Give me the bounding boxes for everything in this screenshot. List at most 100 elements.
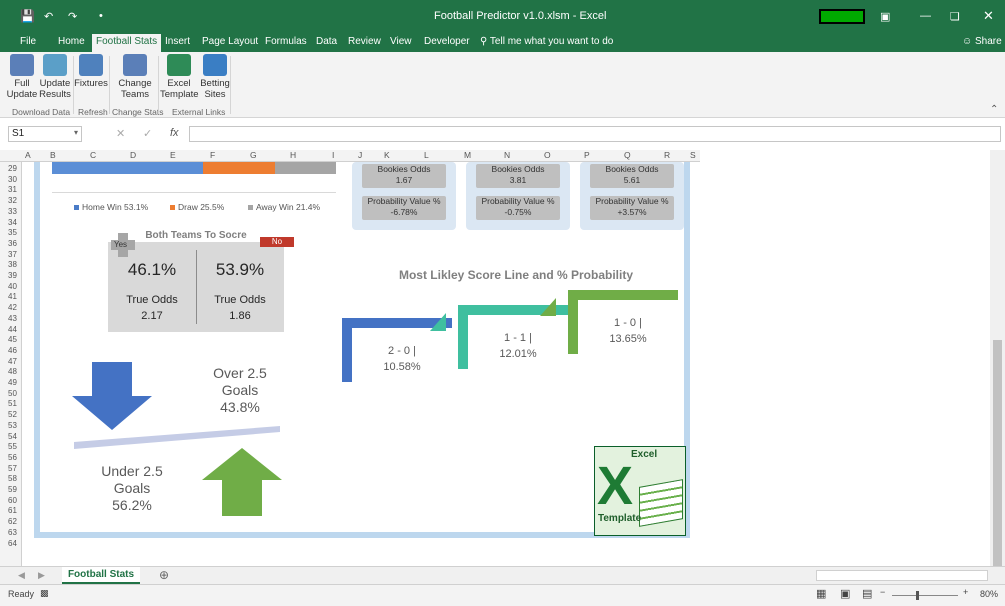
macro-record-icon[interactable]: ▩: [40, 588, 49, 599]
row-header[interactable]: 35: [8, 228, 17, 237]
vertical-scrollbar[interactable]: [990, 150, 1005, 570]
save-icon[interactable]: 💾: [20, 9, 35, 23]
share-button[interactable]: ☺ Share: [962, 36, 1002, 47]
row-header[interactable]: 30: [8, 175, 17, 184]
column-header[interactable]: F: [210, 150, 215, 160]
ribbon-button-betting-sites[interactable]: Betting Sites: [197, 54, 233, 100]
row-header[interactable]: 33: [8, 207, 17, 216]
worksheet[interactable]: Home Win 53.1% Draw 25.5% Away Win 21.4% B…: [22, 162, 702, 568]
tab-football-stats[interactable]: Football Stats: [62, 567, 140, 584]
row-header[interactable]: 57: [8, 464, 17, 473]
redo-icon[interactable]: ↷: [68, 10, 77, 23]
row-header[interactable]: 50: [8, 389, 17, 398]
normal-view-icon[interactable]: ▦: [816, 587, 826, 600]
row-header[interactable]: 62: [8, 517, 17, 526]
row-header[interactable]: 51: [8, 399, 17, 408]
tell-me-input[interactable]: ⚲ Tell me what you want to do: [480, 36, 613, 47]
column-header[interactable]: E: [170, 150, 176, 160]
name-box[interactable]: S1: [8, 126, 82, 142]
tab-view[interactable]: View: [390, 36, 412, 47]
row-header[interactable]: 46: [8, 346, 17, 355]
column-header[interactable]: I: [332, 150, 334, 160]
column-header[interactable]: G: [250, 150, 257, 160]
row-header[interactable]: 56: [8, 453, 17, 462]
row-header[interactable]: 54: [8, 432, 17, 441]
zoom-thumb[interactable]: [916, 591, 919, 600]
row-header[interactable]: 32: [8, 196, 17, 205]
tab-home[interactable]: Home: [58, 36, 85, 47]
row-header[interactable]: 48: [8, 367, 17, 376]
next-sheet-icon[interactable]: ▶: [38, 570, 45, 581]
cancel-icon[interactable]: ✕: [116, 127, 125, 140]
prev-sheet-icon[interactable]: ◀: [18, 570, 25, 581]
row-header[interactable]: 39: [8, 271, 17, 280]
column-header[interactable]: O: [544, 150, 551, 160]
row-header[interactable]: 58: [8, 474, 17, 483]
row-header[interactable]: 60: [8, 496, 17, 505]
tab-review[interactable]: Review: [348, 36, 381, 47]
tab-football-stats[interactable]: Football Stats: [92, 34, 162, 52]
account-badge[interactable]: [819, 9, 865, 24]
row-header[interactable]: 41: [8, 292, 17, 301]
quick-access-icon[interactable]: •: [99, 10, 103, 22]
ribbon-button-full-update[interactable]: Full Update: [6, 54, 38, 100]
row-header[interactable]: 38: [8, 260, 17, 269]
column-header[interactable]: R: [664, 150, 670, 160]
row-header[interactable]: 61: [8, 506, 17, 515]
row-header[interactable]: 44: [8, 325, 17, 334]
formula-input[interactable]: [189, 126, 1001, 142]
tab-data[interactable]: Data: [316, 36, 337, 47]
add-sheet-icon[interactable]: ⊕: [159, 568, 169, 582]
row-header[interactable]: 37: [8, 250, 17, 259]
row-header[interactable]: 63: [8, 528, 17, 537]
column-header[interactable]: D: [130, 150, 136, 160]
column-header[interactable]: M: [464, 150, 471, 160]
tab-insert[interactable]: Insert: [165, 36, 190, 47]
row-header[interactable]: 59: [8, 485, 17, 494]
ribbon-display-icon[interactable]: ▣: [880, 10, 890, 23]
row-header[interactable]: 52: [8, 410, 17, 419]
zoom-in-icon[interactable]: +: [963, 587, 968, 597]
row-header[interactable]: 49: [8, 378, 17, 387]
undo-icon[interactable]: ↶: [44, 10, 53, 23]
ribbon-button-change-teams[interactable]: Change Teams: [116, 54, 154, 100]
ribbon-button-fixtures[interactable]: Fixtures: [74, 54, 108, 89]
collapse-ribbon-icon[interactable]: ⌃: [990, 104, 998, 115]
close-icon[interactable]: ✕: [983, 8, 994, 24]
tab-developer[interactable]: Developer: [424, 36, 470, 47]
column-header[interactable]: A: [25, 150, 31, 160]
page-layout-view-icon[interactable]: ▣: [840, 587, 850, 600]
row-header[interactable]: 53: [8, 421, 17, 430]
column-header[interactable]: H: [290, 150, 296, 160]
ribbon-button-update-results[interactable]: Update Results: [38, 54, 72, 100]
row-header[interactable]: 29: [8, 164, 17, 173]
fx-button[interactable]: fx: [170, 127, 179, 139]
tab-page-layout[interactable]: Page Layout: [202, 36, 258, 47]
tab-formulas[interactable]: Formulas: [265, 36, 307, 47]
column-header[interactable]: J: [358, 150, 362, 160]
row-header[interactable]: 31: [8, 185, 17, 194]
zoom-out-icon[interactable]: −: [880, 587, 885, 597]
row-header[interactable]: 40: [8, 282, 17, 291]
minimize-icon[interactable]: —: [920, 10, 931, 22]
zoom-slider[interactable]: [892, 595, 958, 596]
tab-file[interactable]: File: [20, 36, 36, 47]
row-header[interactable]: 55: [8, 442, 17, 451]
page-break-view-icon[interactable]: ▤: [862, 587, 872, 600]
column-header[interactable]: K: [384, 150, 390, 160]
row-header[interactable]: 36: [8, 239, 17, 248]
row-header[interactable]: 43: [8, 314, 17, 323]
horizontal-scrollbar[interactable]: [816, 570, 988, 581]
name-box-dropdown-icon[interactable]: ▾: [74, 128, 78, 137]
column-header[interactable]: S: [690, 150, 696, 160]
row-header[interactable]: 42: [8, 303, 17, 312]
row-header[interactable]: 34: [8, 218, 17, 227]
zoom-level[interactable]: 80%: [980, 589, 998, 599]
row-header[interactable]: 47: [8, 357, 17, 366]
column-header[interactable]: P: [584, 150, 590, 160]
row-header[interactable]: 45: [8, 335, 17, 344]
row-header[interactable]: 64: [8, 539, 17, 548]
restore-icon[interactable]: ❏: [950, 10, 960, 23]
enter-icon[interactable]: ✓: [143, 127, 152, 140]
column-header[interactable]: N: [504, 150, 510, 160]
